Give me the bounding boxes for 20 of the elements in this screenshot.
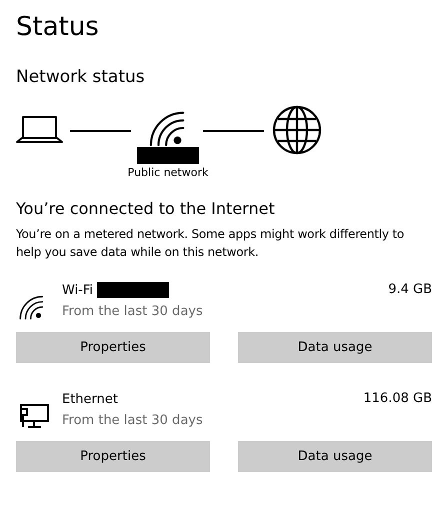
globe-icon: [272, 105, 322, 155]
properties-button[interactable]: Properties: [16, 441, 210, 472]
connection-heading: You’re connected to the Internet: [16, 198, 276, 220]
data-usage-button[interactable]: Data usage: [238, 441, 432, 472]
data-amount: 9.4 GB: [388, 281, 432, 299]
wifi-icon: [19, 294, 45, 320]
usage-period: From the last 30 days: [62, 303, 204, 321]
page-title: Status: [16, 11, 100, 44]
network-monitor-icon: [19, 403, 51, 429]
laptop-icon: [16, 115, 64, 145]
data-amount: 116.08 GB: [363, 390, 432, 408]
metered-message: You’re on a metered network. Some apps might work differently to help you save data while on this network.: [16, 226, 406, 261]
data-usage-button[interactable]: Data usage: [238, 332, 432, 363]
network-type-label: Public network: [128, 166, 208, 180]
wifi-icon: [149, 109, 187, 147]
usage-period: From the last 30 days: [62, 412, 204, 430]
adapter-name: Ethernet: [62, 392, 118, 406]
adapter-name: Wi-Fi: [62, 282, 94, 298]
properties-button[interactable]: Properties: [16, 332, 210, 363]
section-heading: Network status: [16, 66, 146, 89]
